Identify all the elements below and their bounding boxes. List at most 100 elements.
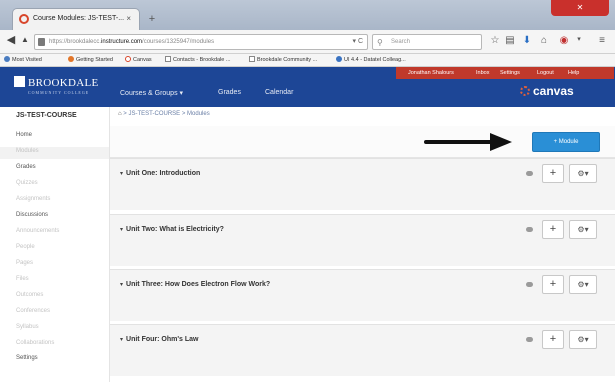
bookmark-canvas[interactable]: Canvas — [125, 54, 152, 67]
bookmark-most-visited[interactable]: Most Visited — [4, 54, 42, 67]
address-bar[interactable]: https://brookdalecc.instructure.com/cour… — [34, 34, 368, 50]
brookdale-mark-icon — [14, 76, 25, 87]
nav-calendar[interactable]: Calendar — [265, 89, 293, 96]
site-info-icon[interactable]: ▲ — [17, 35, 33, 44]
bookmarks-bar: Most Visited Getting Started Canvas Cont… — [0, 54, 615, 67]
bookmark-ui-datatel[interactable]: UI 4.4 - Datatel Colleag... — [336, 54, 406, 67]
help-link[interactable]: Help — [568, 67, 579, 79]
bookmark-getting-started[interactable]: Getting Started — [68, 54, 113, 67]
inbox-link[interactable]: Inbox — [476, 67, 489, 79]
sidebar-item-modules: Modules — [16, 148, 39, 154]
breadcrumb-separator: > — [123, 111, 127, 117]
sidebar-item-home[interactable]: Home — [16, 132, 32, 138]
collapse-caret-icon[interactable]: ▾ — [120, 337, 123, 343]
breadcrumb-current[interactable]: Modules — [187, 111, 210, 117]
module-title[interactable]: ▾ Unit Two: What is Electricity? — [120, 226, 224, 233]
canvas-logo[interactable]: canvas — [520, 84, 574, 98]
add-item-button[interactable]: + — [542, 275, 564, 294]
sidebar-item-collaborations: Collaborations — [16, 340, 55, 346]
close-tab-icon[interactable]: × — [126, 9, 131, 29]
bookmark-star-icon[interactable]: ☆ — [488, 35, 502, 46]
course-name: JS-TEST-COURSE — [16, 112, 77, 119]
url-domain: instructure.com — [101, 39, 143, 45]
settings-link[interactable]: Settings — [500, 67, 520, 79]
sidebar-item-settings[interactable]: Settings — [16, 355, 38, 361]
breadcrumb-separator: > — [181, 111, 186, 117]
home-breadcrumb-icon[interactable]: ⌂ — [118, 111, 122, 117]
user-nav: Jonathan Shalours Inbox Settings Logout … — [396, 67, 614, 79]
module-settings-gear-icon[interactable]: ⚙▾ — [569, 330, 597, 349]
canvas-favicon-icon — [19, 14, 29, 24]
sidebar-item-files: Files — [16, 276, 29, 282]
extension-dropdown-icon[interactable]: ▾ — [572, 35, 586, 43]
download-icon[interactable]: ⬇ — [520, 35, 534, 46]
module-row: ▾ Unit One: Introduction + ⚙▾ — [110, 158, 615, 210]
url-prefix: https://brookdalecc. — [49, 39, 102, 45]
tab-bar: Course Modules: JS-TEST-... × + ✕ — [0, 0, 615, 30]
search-icon: ⚲ — [377, 38, 383, 47]
tab-title: Course Modules: JS-TEST-... — [33, 15, 125, 22]
brookdale-logo[interactable]: BROOKDALE COMMUNITY COLLEGE — [14, 76, 99, 95]
sidebar-item-discussions[interactable]: Discussions — [16, 212, 48, 218]
browser-search-input[interactable]: ⚲ Search — [372, 34, 482, 50]
collapse-caret-icon[interactable]: ▾ — [120, 171, 123, 177]
module-settings-gear-icon[interactable]: ⚙▾ — [569, 220, 597, 239]
module-row: ▾ Unit Two: What is Electricity? + ⚙▾ — [110, 214, 615, 266]
module-row: ▾ Unit Three: How Does Electron Flow Work… — [110, 269, 615, 321]
lock-icon — [38, 38, 45, 46]
unpublished-cloud-icon[interactable] — [526, 171, 533, 176]
breadcrumb-course[interactable]: JS-TEST-COURSE — [128, 111, 180, 117]
extension-icon[interactable]: ◉ — [557, 35, 571, 46]
window-close-button[interactable]: ✕ — [551, 0, 609, 16]
module-title-text: Unit Four: Ohm's Law — [126, 336, 199, 343]
collapse-caret-icon[interactable]: ▾ — [120, 282, 123, 288]
user-name-link[interactable]: Jonathan Shalours — [408, 67, 454, 79]
nav-grades[interactable]: Grades — [218, 89, 241, 96]
module-title[interactable]: ▾ Unit Four: Ohm's Law — [120, 336, 198, 343]
annotation-arrow-icon — [424, 133, 512, 151]
logout-link[interactable]: Logout — [537, 67, 554, 79]
canvas-ring-icon — [520, 86, 530, 96]
sidebar-item-syllabus: Syllabus — [16, 324, 39, 330]
browser-tab[interactable]: Course Modules: JS-TEST-... × — [12, 8, 140, 30]
breadcrumb: ⌂ > JS-TEST-COURSE > Modules — [118, 111, 210, 117]
unpublished-cloud-icon[interactable] — [526, 227, 533, 232]
add-item-button[interactable]: + — [542, 164, 564, 183]
sidebar-item-grades[interactable]: Grades — [16, 164, 36, 170]
add-item-button[interactable]: + — [542, 330, 564, 349]
sidebar-item-announcements: Announcements — [16, 228, 60, 234]
bookmark-contacts[interactable]: Contacts - Brookdale ... — [165, 54, 230, 67]
new-tab-button[interactable]: + — [141, 11, 163, 27]
module-title[interactable]: ▾ Unit One: Introduction — [120, 170, 200, 177]
sidebar-item-quizzes: Quizzes — [16, 180, 38, 186]
browser-window: Course Modules: JS-TEST-... × + ✕ ◀ ▲ ht… — [0, 0, 615, 382]
canvas-page: BROOKDALE COMMUNITY COLLEGE Courses & Gr… — [0, 67, 615, 382]
sidebar-item-conferences: Conferences — [16, 308, 51, 314]
bookmark-brookdale-community[interactable]: Brookdale Community ... — [249, 54, 317, 67]
global-header: BROOKDALE COMMUNITY COLLEGE Courses & Gr… — [0, 67, 615, 107]
module-title-text: Unit Three: How Does Electron Flow Work? — [126, 281, 271, 288]
reload-icon[interactable]: ▾ C — [352, 35, 363, 49]
module-settings-gear-icon[interactable]: ⚙▾ — [569, 275, 597, 294]
module-row: ▾ Unit Four: Ohm's Law + ⚙▾ — [110, 324, 615, 376]
url-path: /courses/1325947/modules — [142, 39, 215, 45]
logo-subtext: COMMUNITY COLLEGE — [28, 90, 90, 95]
unpublished-cloud-icon[interactable] — [526, 282, 533, 287]
unpublished-cloud-icon[interactable] — [526, 337, 533, 342]
course-sidebar: JS-TEST-COURSE Home Modules Grades Quizzes A… — [0, 107, 110, 382]
sidebar-item-pages: Pages — [16, 260, 34, 266]
home-icon[interactable]: ⌂ — [537, 35, 551, 46]
add-item-button[interactable]: + — [542, 220, 564, 239]
collapse-caret-icon[interactable]: ▾ — [120, 227, 123, 233]
menu-icon[interactable]: ≡ — [595, 35, 609, 46]
sidebar-item-assignments: Assignments — [16, 196, 51, 202]
navigation-bar: ◀ ▲ https://brookdalecc.instructure.com/… — [0, 30, 615, 54]
module-settings-gear-icon[interactable]: ⚙▾ — [569, 164, 597, 183]
search-placeholder: Search — [391, 39, 411, 45]
reading-list-icon[interactable]: ▤ — [503, 35, 517, 46]
module-title[interactable]: ▾ Unit Three: How Does Electron Flow Work… — [120, 281, 270, 288]
nav-courses-groups[interactable]: Courses & Groups ▾ — [120, 89, 183, 97]
sidebar-item-people: People — [16, 244, 35, 250]
add-module-button[interactable]: + Module — [532, 132, 600, 152]
module-title-text: Unit Two: What is Electricity? — [126, 226, 224, 233]
